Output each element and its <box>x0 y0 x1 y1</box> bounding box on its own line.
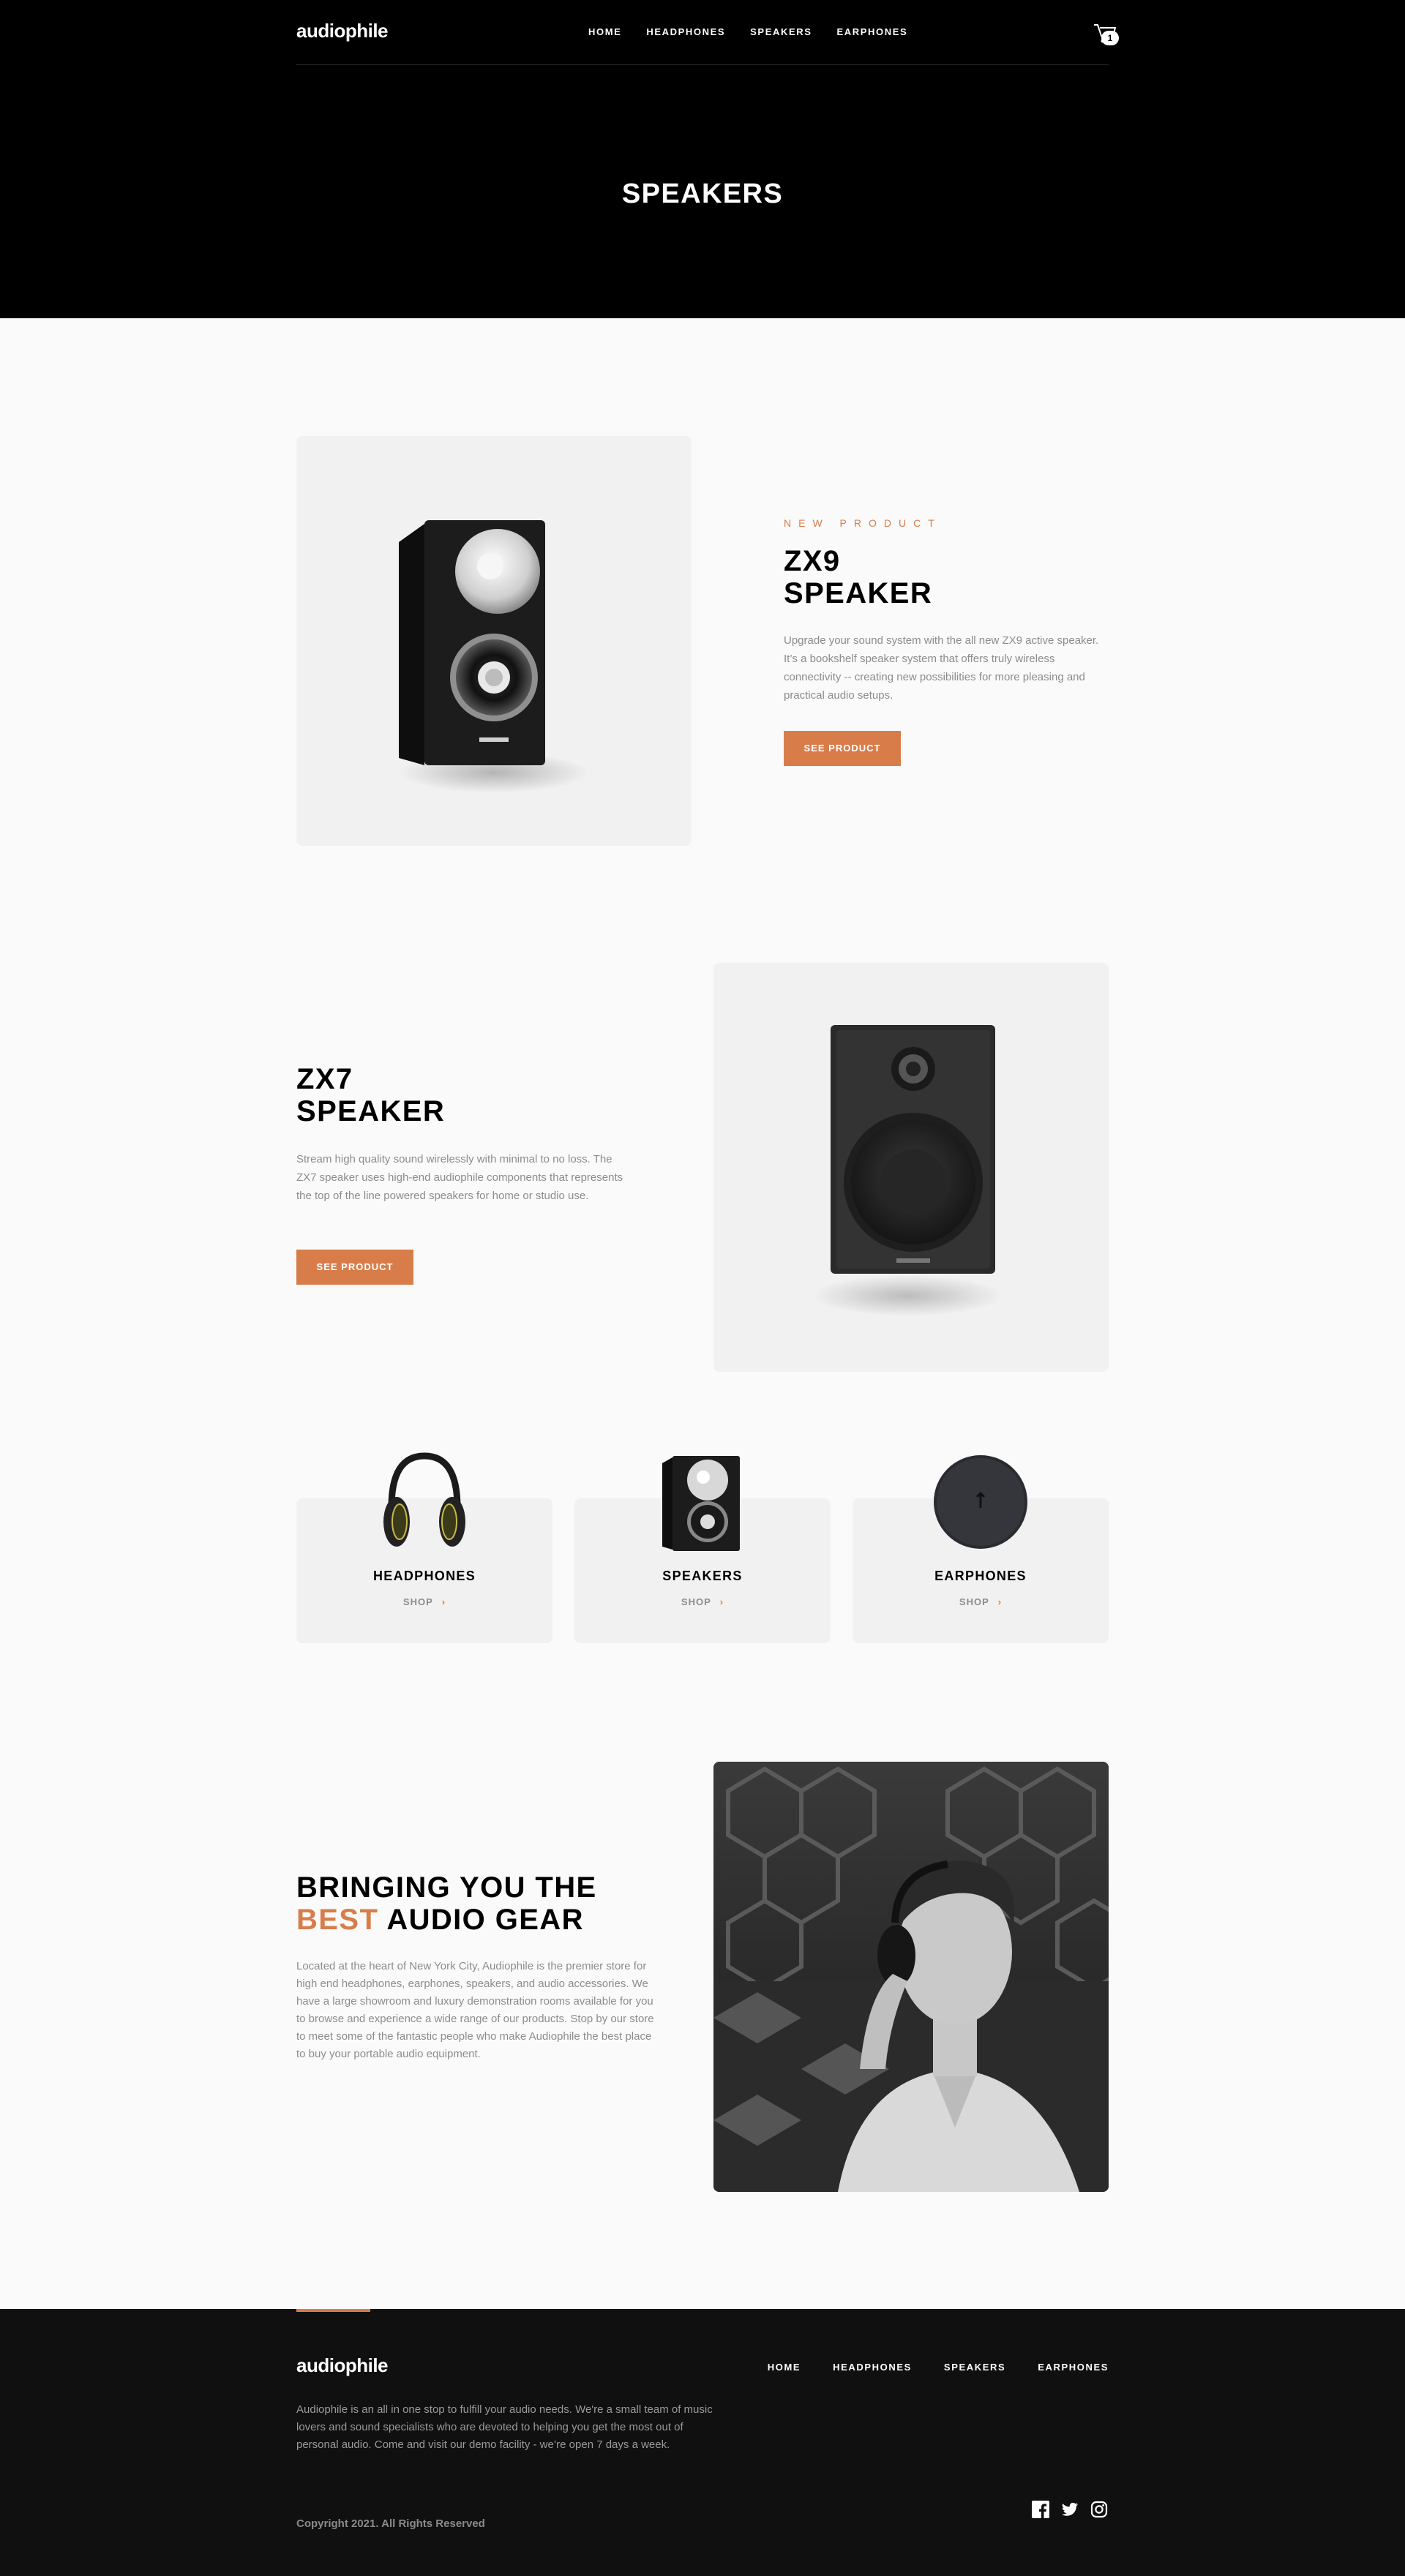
about-text: Located at the heart of New York City, A… <box>296 1960 654 2060</box>
zx9-speaker-illustration <box>399 520 589 793</box>
zx7-product-image <box>713 963 1109 1372</box>
about-title-rest: AUDIO GEAR <box>386 1904 584 1936</box>
nav-home[interactable]: HOME <box>588 26 621 37</box>
header-band: audiophile HOME HEADPHONES SPEAKERS EARP… <box>0 0 1405 318</box>
about-title-accent: BEST <box>296 1904 379 1936</box>
nav-earphones[interactable]: EARPHONES <box>836 26 907 37</box>
shop-label: SHOP <box>959 1596 989 1607</box>
zx9-name-line1: ZX9 <box>784 545 841 577</box>
footer-nav-earphones[interactable]: EARPHONES <box>1038 2362 1109 2373</box>
footer-nav: HOME HEADPHONES SPEAKERS EARPHONES <box>768 2362 1109 2373</box>
earphones-thumbnail <box>934 1455 1027 1549</box>
man-with-headphones-illustration <box>713 1762 1109 2192</box>
twitter-icon[interactable] <box>1061 2501 1079 2518</box>
category-name: SPEAKERS <box>662 1569 743 1583</box>
page-title: SPEAKERS <box>621 179 784 209</box>
category-card-headphones[interactable]: HEADPHONES SHOP › <box>296 1452 552 1643</box>
zx7-name-line2: SPEAKER <box>296 1095 446 1127</box>
footer-nav-home[interactable]: HOME <box>768 2362 801 2373</box>
category-card-earphones[interactable]: EARPHONES SHOP › <box>853 1455 1109 1643</box>
zx9-see-product-button[interactable]: SEE PRODUCT <box>784 731 901 766</box>
cart-count-badge: 1 <box>1101 31 1119 45</box>
speakers-thumbnail <box>662 1456 740 1551</box>
top-navigation: audiophile HOME HEADPHONES SPEAKERS EARP… <box>296 0 1119 65</box>
nav-headphones[interactable]: HEADPHONES <box>646 26 725 37</box>
shop-label: SHOP <box>402 1596 433 1607</box>
best-gear-portrait-image <box>713 1762 1109 2192</box>
nav-links: HOME HEADPHONES SPEAKERS EARPHONES <box>588 26 907 37</box>
footer-description: Audiophile is an all in one stop to fulf… <box>296 2403 713 2451</box>
headphones-thumbnail <box>383 1452 465 1547</box>
social-links <box>1032 2501 1108 2518</box>
zx7-speaker-illustration <box>812 1025 1003 1316</box>
zx9-name-line2: SPEAKER <box>784 577 933 609</box>
zx7-description: Stream high quality sound wirelessly wit… <box>296 1153 623 1202</box>
footer: audiophile HOME HEADPHONES SPEAKERS EARP… <box>0 2309 1405 2576</box>
about-title-line1: BRINGING YOU THE <box>296 1871 597 1904</box>
chevron-right-icon: › <box>719 1596 724 1607</box>
facebook-icon[interactable] <box>1032 2501 1049 2518</box>
new-product-overline: NEW PRODUCT <box>784 517 942 529</box>
category-name: HEADPHONES <box>372 1569 476 1583</box>
shop-label: SHOP <box>681 1596 711 1607</box>
zx9-description: Upgrade your sound system with the all n… <box>784 634 1099 702</box>
chevron-right-icon: › <box>441 1596 446 1607</box>
zx9-product-image <box>296 436 692 846</box>
copyright: Copyright 2021. All Rights Reserved <box>296 2517 485 2530</box>
category-shop-link[interactable]: SHOP › <box>296 1596 552 1607</box>
zx7-see-product-button[interactable]: SEE PRODUCT <box>296 1250 413 1285</box>
footer-logo[interactable]: audiophile <box>296 2354 389 2377</box>
footer-nav-headphones[interactable]: HEADPHONES <box>833 2362 912 2373</box>
about-title: BRINGING YOU THE BEST AUDIO GEAR <box>296 1871 597 1936</box>
nav-speakers[interactable]: SPEAKERS <box>750 26 812 37</box>
category-name: EARPHONES <box>934 1569 1027 1583</box>
footer-nav-speakers[interactable]: SPEAKERS <box>944 2362 1005 2373</box>
category-shop-link[interactable]: SHOP › <box>853 1596 1109 1607</box>
chevron-right-icon: › <box>997 1596 1003 1607</box>
category-card-speakers[interactable]: SPEAKERS SHOP › <box>574 1456 831 1643</box>
zx9-product-name: ZX9 SPEAKER <box>784 545 932 609</box>
footer-accent-bar <box>296 2309 370 2312</box>
category-shop-link[interactable]: SHOP › <box>574 1596 831 1607</box>
zx7-name-line1: ZX7 <box>296 1063 353 1095</box>
instagram-icon[interactable] <box>1090 2501 1108 2518</box>
zx7-product-name: ZX7 SPEAKER <box>296 1063 445 1127</box>
logo[interactable]: audiophile <box>296 20 389 42</box>
